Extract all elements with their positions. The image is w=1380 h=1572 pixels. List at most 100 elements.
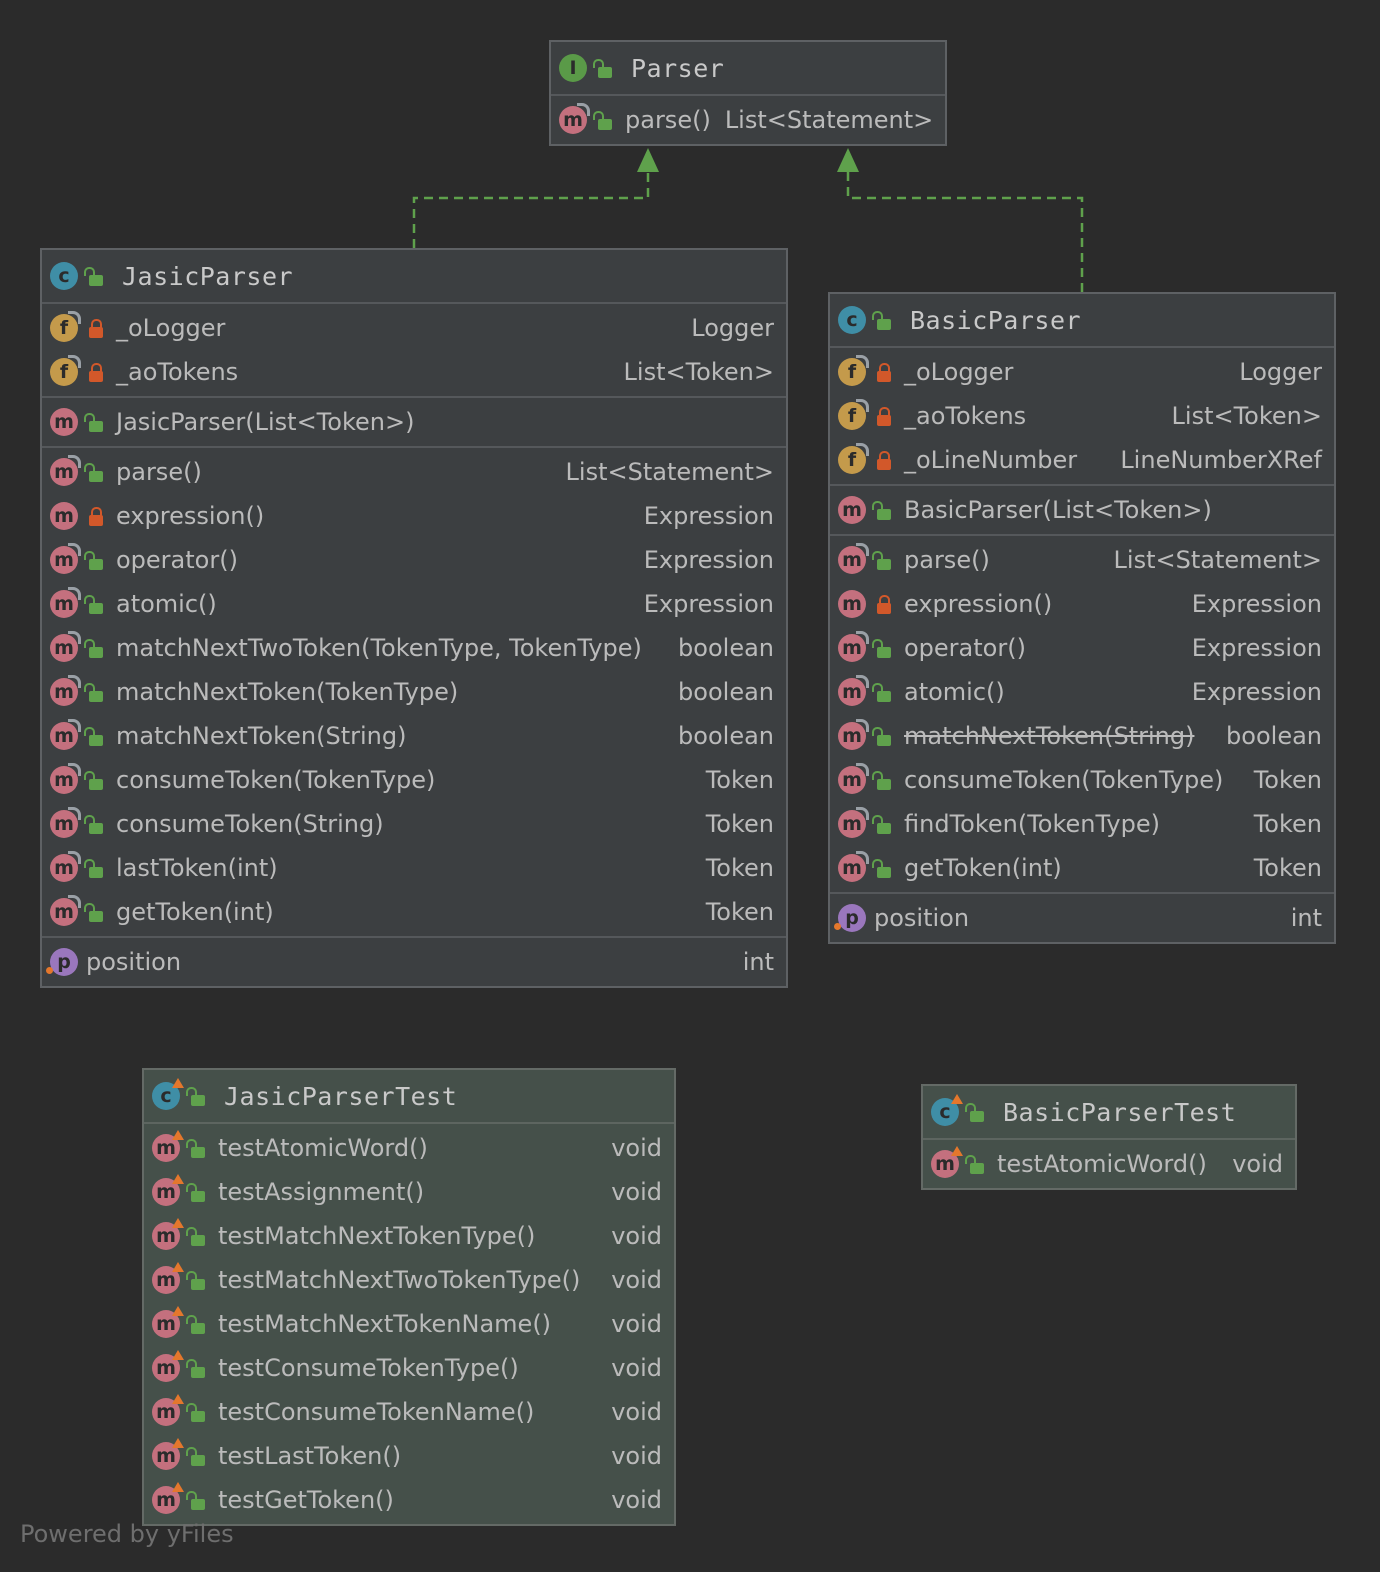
method-type: void xyxy=(611,1310,662,1338)
method-type: Token xyxy=(705,898,774,926)
method-type: List<Statement> xyxy=(565,458,774,486)
basic-fields: f _oLogger Logger f _aoTokens List<Token… xyxy=(830,348,1334,486)
method-row[interactable]: m consumeToken(String) Token xyxy=(42,802,786,846)
method-row[interactable]: m operator() Expression xyxy=(830,626,1334,670)
test-method-row[interactable]: m testLastToken() void xyxy=(144,1434,674,1478)
method-row[interactable]: m lastToken(int) Token xyxy=(42,846,786,890)
parser-title: Parser xyxy=(631,53,725,83)
test-method-row[interactable]: m testMatchNextTokenName() void xyxy=(144,1302,674,1346)
basic-parser-test-node[interactable]: c BasicParserTest m testAtomicWord() voi… xyxy=(921,1084,1297,1190)
test-method-row[interactable]: m testMatchNextTokenType() void xyxy=(144,1214,674,1258)
method-icon: m xyxy=(50,587,81,618)
method-name: atomic() xyxy=(904,678,1005,706)
method-row[interactable]: m parse() List<Statement> xyxy=(42,450,786,494)
public-lock-icon xyxy=(84,814,106,834)
test-method-row[interactable]: m testAtomicWord() void xyxy=(144,1126,674,1170)
test-method-row[interactable]: m testConsumeTokenType() void xyxy=(144,1346,674,1390)
property-name: position xyxy=(874,904,970,932)
property-icon: p xyxy=(834,904,866,932)
method-icon: m xyxy=(838,851,869,882)
method-type: void xyxy=(611,1134,662,1162)
method-row[interactable]: m matchNextToken(TokenType) boolean xyxy=(42,670,786,714)
constructor-row[interactable]: m BasicParser(List<Token>) xyxy=(830,488,1334,532)
jasic-implements-link xyxy=(412,170,650,248)
method-row[interactable]: m matchNextToken(String) boolean xyxy=(42,714,786,758)
class-icon: c xyxy=(50,262,78,290)
field-row[interactable]: f _oLogger Logger xyxy=(830,350,1334,394)
basic-title: BasicParser xyxy=(910,305,1082,335)
basic-parser-node[interactable]: c BasicParser f _oLogger Logger f _aoTok… xyxy=(828,292,1336,944)
method-row[interactable]: m atomic() Expression xyxy=(830,670,1334,714)
field-icon: f xyxy=(838,443,869,474)
jasic-parser-test-node[interactable]: c JasicParserTest m testAtomicWord() voi… xyxy=(142,1068,676,1526)
field-icon: f xyxy=(50,311,81,342)
method-icon: m xyxy=(838,763,869,794)
method-type: void xyxy=(611,1486,662,1514)
test-method-row[interactable]: m testMatchNextTwoTokenType() void xyxy=(144,1258,674,1302)
method-type: Token xyxy=(1253,810,1322,838)
basic-test-methods: m testAtomicWord() void xyxy=(923,1140,1295,1188)
test-method-icon: m xyxy=(152,1438,184,1470)
parser-interface-node[interactable]: I Parser m parse() List<Statement> xyxy=(549,40,947,146)
method-type: Token xyxy=(705,766,774,794)
method-row[interactable]: m matchNextToken(String) boolean xyxy=(830,714,1334,758)
test-class-icon: c xyxy=(931,1094,963,1126)
public-lock-icon xyxy=(84,902,106,922)
method-row[interactable]: m operator() Expression xyxy=(42,538,786,582)
property-row[interactable]: p position int xyxy=(830,896,1334,940)
test-method-row[interactable]: m testConsumeTokenName() void xyxy=(144,1390,674,1434)
method-icon: m xyxy=(50,408,78,436)
method-name: operator() xyxy=(116,546,238,574)
method-row[interactable]: m consumeToken(TokenType) Token xyxy=(42,758,786,802)
private-lock-icon xyxy=(88,318,106,338)
method-icon: m xyxy=(50,763,81,794)
constructor-name: BasicParser(List<Token>) xyxy=(904,496,1212,524)
property-name: position xyxy=(86,948,182,976)
test-method-row[interactable]: m testAssignment() void xyxy=(144,1170,674,1214)
basic-properties: p position int xyxy=(830,894,1334,942)
field-row[interactable]: f _aoTokens List<Token> xyxy=(830,394,1334,438)
field-icon: f xyxy=(838,355,869,386)
method-row[interactable]: m consumeToken(TokenType) Token xyxy=(830,758,1334,802)
public-lock-icon xyxy=(84,594,106,614)
method-row[interactable]: m parse() List<Statement> xyxy=(551,98,945,142)
public-lock-icon xyxy=(593,58,615,78)
method-icon: m xyxy=(838,496,866,524)
public-lock-icon xyxy=(872,770,894,790)
property-row[interactable]: p position int xyxy=(42,940,786,984)
method-row[interactable]: m findToken(TokenType) Token xyxy=(830,802,1334,846)
parser-header: I Parser xyxy=(551,42,945,96)
public-lock-icon xyxy=(84,412,106,432)
deprecated-method-name: matchNextToken(String) xyxy=(904,722,1195,750)
method-type: List<Statement> xyxy=(724,106,934,134)
public-lock-icon xyxy=(593,110,615,130)
public-lock-icon xyxy=(84,266,106,286)
field-row[interactable]: f _aoTokens List<Token> xyxy=(42,350,786,394)
test-method-row[interactable]: m testAtomicWord() void xyxy=(923,1142,1295,1186)
method-row[interactable]: m getToken(int) Token xyxy=(830,846,1334,890)
constructor-row[interactable]: m JasicParser(List<Token>) xyxy=(42,400,786,444)
method-row[interactable]: m expression() Expression xyxy=(830,582,1334,626)
method-name: matchNextToken(TokenType) xyxy=(116,678,459,706)
method-name: testGetToken() xyxy=(218,1486,394,1514)
field-name: _aoTokens xyxy=(116,358,239,386)
jasic-test-methods: m testAtomicWord() void m testAssignment… xyxy=(144,1124,674,1524)
method-name: findToken(TokenType) xyxy=(904,810,1160,838)
basic-implements-link xyxy=(846,170,1084,292)
method-row[interactable]: m matchNextTwoToken(TokenType, TokenType… xyxy=(42,626,786,670)
test-method-row[interactable]: m testGetToken() void xyxy=(144,1478,674,1522)
method-name: matchNextTwoToken(TokenType, TokenType) xyxy=(116,634,642,662)
jasic-methods: m parse() List<Statement> m expression()… xyxy=(42,448,786,938)
jasic-parser-node[interactable]: c JasicParser f _oLogger Logger f _aoTok… xyxy=(40,248,788,988)
private-lock-icon xyxy=(876,362,894,382)
test-method-icon: m xyxy=(152,1174,184,1206)
field-row[interactable]: f _oLogger Logger xyxy=(42,306,786,350)
field-icon: f xyxy=(838,399,869,430)
method-row[interactable]: m getToken(int) Token xyxy=(42,890,786,934)
method-row[interactable]: m parse() List<Statement> xyxy=(830,538,1334,582)
public-lock-icon xyxy=(186,1490,208,1510)
method-row[interactable]: m expression() Expression xyxy=(42,494,786,538)
field-row[interactable]: f _oLineNumber LineNumberXRef xyxy=(830,438,1334,482)
method-type: void xyxy=(611,1354,662,1382)
method-row[interactable]: m atomic() Expression xyxy=(42,582,786,626)
